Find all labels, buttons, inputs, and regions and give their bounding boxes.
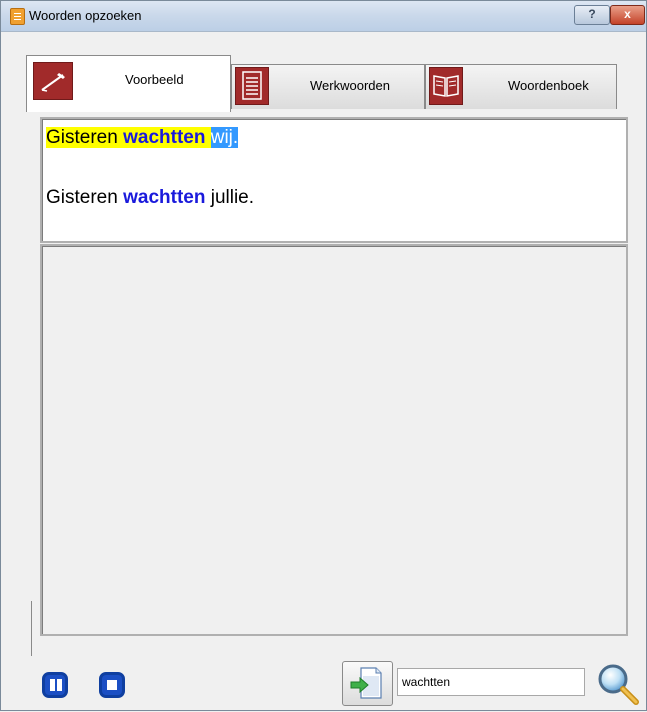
details-panel [40, 244, 628, 636]
document-list-icon [235, 67, 269, 105]
sentence-1-prefix: Gisteren [46, 127, 124, 148]
pen-icon [33, 62, 73, 100]
insert-word-button[interactable] [342, 661, 393, 706]
tab-woordenboek[interactable]: Woordenboek [425, 64, 617, 109]
search-input[interactable] [397, 668, 585, 696]
app-icon [10, 8, 25, 25]
example-sentence-1[interactable]: Gisteren wachtten wij. [46, 127, 239, 149]
window-title: Woorden opzoeken [29, 8, 142, 23]
title-bar[interactable]: Woorden opzoeken ? x [1, 1, 646, 32]
sentence-2-prefix: Gisteren [46, 187, 124, 208]
sentence-1-selected-text: wij. [210, 127, 239, 148]
tab-woordenboek-label: Woordenboek [508, 78, 589, 93]
sentence-2-suffix: jullie. [205, 187, 255, 208]
sentence-2-verb: wachtten [123, 187, 206, 208]
example-sentence-2[interactable]: Gisteren wachtten jullie. [46, 187, 254, 209]
dialog-window: Woorden opzoeken ? x Voorbeeld Werkwoord… [0, 0, 647, 711]
close-button[interactable]: x [610, 5, 645, 25]
search-button[interactable] [595, 661, 641, 707]
tab-voorbeeld-label: Voorbeeld [125, 72, 184, 87]
pause-button[interactable] [42, 672, 68, 698]
sentence-1-verb: wachtten [123, 127, 206, 148]
tab-werkwoorden[interactable]: Werkwoorden [231, 64, 425, 109]
open-book-icon [429, 67, 463, 105]
stop-button[interactable] [99, 672, 125, 698]
example-sentences-panel[interactable]: Gisteren wachtten wij. Gisteren wachtten… [40, 117, 628, 243]
tab-werkwoorden-label: Werkwoorden [310, 78, 390, 93]
divider [31, 601, 32, 656]
insert-document-icon [350, 667, 382, 699]
tab-voorbeeld[interactable]: Voorbeeld [26, 55, 231, 112]
magnifier-icon [598, 664, 639, 705]
help-button[interactable]: ? [574, 5, 610, 25]
